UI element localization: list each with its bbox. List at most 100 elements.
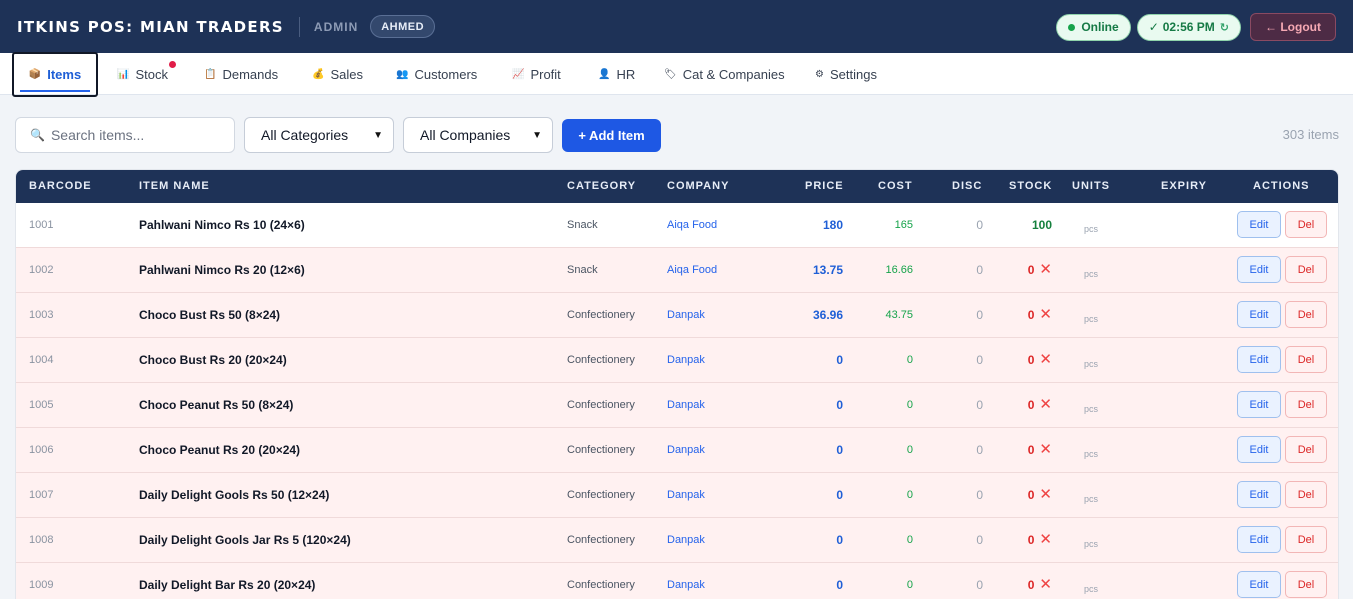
tab-label: Settings <box>829 66 877 82</box>
stock-cell: 0 ✕ <box>1028 338 1052 382</box>
table-row[interactable]: 1002 Pahlwani Nimco Rs 20 (12×6) Snack Aiqa… <box>16 248 1338 293</box>
units-cell: pcs <box>1084 494 1099 504</box>
logout-button[interactable]: ← Logout <box>1250 13 1336 41</box>
table-row[interactable]: 1006 Choco Peanut Rs 20 (20×24) Confection… <box>16 428 1338 473</box>
tab-sales[interactable]: 💰 Sales <box>312 53 363 95</box>
stock-value: 0 <box>1027 353 1035 367</box>
company-link[interactable]: Danpak <box>667 293 705 337</box>
delete-button[interactable]: Del <box>1285 571 1327 598</box>
edit-button[interactable]: Edit <box>1237 391 1281 418</box>
column-header-price[interactable]: PRICE <box>805 170 844 203</box>
company-link[interactable]: Danpak <box>667 383 705 427</box>
edit-button[interactable]: Edit <box>1237 481 1281 508</box>
delete-button[interactable]: Del <box>1285 211 1327 238</box>
column-header-category[interactable]: CATEGORY <box>567 170 636 203</box>
item-name-cell: Choco Bust Rs 50 (8×24) <box>139 308 281 322</box>
edit-button[interactable]: Edit <box>1237 346 1281 373</box>
company-link[interactable]: Danpak <box>667 473 705 517</box>
edit-button[interactable]: Edit <box>1237 301 1281 328</box>
category-select[interactable]: All Categories ▼ <box>244 117 394 153</box>
edit-button[interactable]: Edit <box>1237 211 1281 238</box>
search-icon: 🔍 <box>30 128 45 142</box>
company-link[interactable]: Aiqa Food <box>667 203 717 247</box>
column-header-stock[interactable]: STOCK <box>1009 170 1052 203</box>
company-link[interactable]: Danpak <box>667 428 705 472</box>
category-cell: Snack <box>567 264 598 276</box>
table-row[interactable]: 1008 Daily Delight Gools Jar Rs 5 (120×24… <box>16 518 1338 563</box>
tab-bar: 📦 Items 📊 Stock 📋 Demands 💰 Sales 👥 Cust… <box>0 52 1353 97</box>
tab-stock[interactable]: 📊 Stock <box>117 53 176 95</box>
price-cell: 0 <box>836 443 843 457</box>
divider <box>298 16 300 37</box>
tab-hr[interactable]: 👤 HR <box>598 53 635 95</box>
column-header-expiry[interactable]: EXPIRY <box>1161 170 1207 203</box>
edit-button[interactable]: Edit <box>1237 436 1281 463</box>
tab-cat-companies[interactable]: 🏷 Cat & Companies <box>664 53 785 95</box>
units-cell: pcs <box>1084 359 1099 369</box>
stock-cell: 0 ✕ <box>1028 518 1052 562</box>
delete-button[interactable]: Del <box>1285 526 1327 553</box>
category-cell: Confectionery <box>567 489 635 501</box>
discount-cell: 0 <box>976 398 983 412</box>
company-link[interactable]: Danpak <box>667 338 705 382</box>
column-header-cost[interactable]: COST <box>878 170 913 203</box>
barcode-cell: 1002 <box>29 264 54 276</box>
tab-profit[interactable]: 📈 Profit <box>512 53 561 95</box>
table-row[interactable]: 1001 Pahlwani Nimco Rs 10 (24×6) Snack Aiqa… <box>16 203 1338 248</box>
item-name-cell: Daily Delight Gools Jar Rs 5 (120×24) <box>139 533 351 547</box>
category-cell: Confectionery <box>567 309 635 321</box>
search-box[interactable]: 🔍 <box>15 117 235 153</box>
out-of-stock-x-icon: ✕ <box>1039 396 1052 413</box>
category-cell: Confectionery <box>567 444 635 456</box>
edit-button[interactable]: Edit <box>1237 256 1281 283</box>
stock-value: 0 <box>1027 533 1035 547</box>
delete-button[interactable]: Del <box>1285 256 1327 283</box>
delete-button[interactable]: Del <box>1285 301 1327 328</box>
column-header-barcode[interactable]: BARCODE <box>29 170 92 203</box>
discount-cell: 0 <box>976 488 983 502</box>
clock-badge[interactable]: ✓ 02:56 PM ↻ <box>1136 13 1241 41</box>
column-header-company[interactable]: COMPANY <box>667 170 729 203</box>
tab-settings[interactable]: ⚙ Settings <box>815 53 877 95</box>
add-item-button[interactable]: + Add Item <box>562 119 661 152</box>
search-input[interactable] <box>50 127 221 143</box>
delete-button[interactable]: Del <box>1285 391 1327 418</box>
delete-button[interactable]: Del <box>1285 346 1327 373</box>
delete-button[interactable]: Del <box>1285 436 1327 463</box>
company-select[interactable]: All Companies ▼ <box>403 117 553 153</box>
edit-button[interactable]: Edit <box>1237 526 1281 553</box>
cost-cell: 0 <box>906 444 913 456</box>
online-status-badge: Online <box>1056 13 1131 41</box>
tab-label: Sales <box>330 66 363 82</box>
money-bag-icon: 💰 <box>312 68 325 80</box>
table-row[interactable]: 1003 Choco Bust Rs 50 (8×24) Confectionery… <box>16 293 1338 338</box>
discount-cell: 0 <box>976 308 983 322</box>
edit-button[interactable]: Edit <box>1237 571 1281 598</box>
table-row[interactable]: 1005 Choco Peanut Rs 50 (8×24) Confectione… <box>16 383 1338 428</box>
table-row[interactable]: 1004 Choco Bust Rs 20 (20×24) Confectioner… <box>16 338 1338 383</box>
refresh-icon[interactable]: ↻ <box>1220 21 1229 34</box>
company-link[interactable]: Danpak <box>667 563 705 599</box>
box-icon: 📦 <box>28 69 42 80</box>
tab-demands[interactable]: 📋 Demands <box>204 53 278 95</box>
chevron-down-icon: ▼ <box>373 129 383 141</box>
category-cell: Confectionery <box>567 534 635 546</box>
tab-label: Stock <box>135 66 168 82</box>
company-link[interactable]: Aiqa Food <box>667 248 717 292</box>
table-row[interactable]: 1009 Daily Delight Bar Rs 20 (20×24) Confe… <box>16 563 1338 599</box>
delete-button[interactable]: Del <box>1285 481 1327 508</box>
table-row[interactable]: 1007 Daily Delight Gools Rs 50 (12×24) Con… <box>16 473 1338 518</box>
out-of-stock-x-icon: ✕ <box>1039 531 1052 548</box>
tab-customers[interactable]: 👥 Customers <box>396 53 477 95</box>
company-select-value: All Companies <box>420 127 511 143</box>
tab-items[interactable]: 📦 Items <box>12 52 98 97</box>
tab-label: Items <box>47 67 82 82</box>
column-header-disc[interactable]: DISC <box>952 170 982 203</box>
column-header-item-name[interactable]: ITEM NAME <box>139 170 210 203</box>
column-header-units[interactable]: UNITS <box>1072 170 1110 203</box>
tag-icon: 🏷 <box>664 68 677 80</box>
price-cell: 0 <box>836 488 843 502</box>
units-cell: pcs <box>1084 404 1099 414</box>
company-link[interactable]: Danpak <box>667 518 705 562</box>
price-cell: 180 <box>822 218 843 232</box>
